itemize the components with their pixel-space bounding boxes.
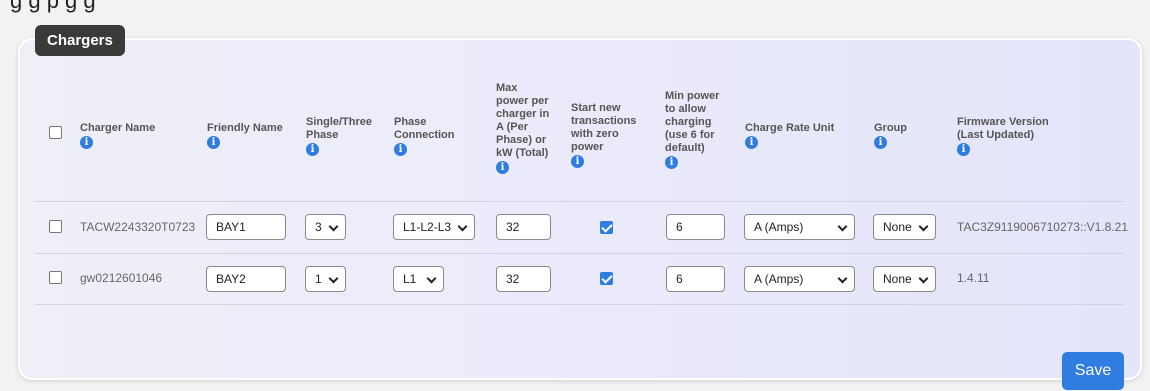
friendly-name-input[interactable]: BAY2 [206,266,286,292]
save-button[interactable]: Save [1062,352,1124,390]
group-select[interactable]: None [873,266,936,292]
zero-power-checkbox[interactable] [600,272,613,285]
connection-select[interactable]: L1-L2-L3 [393,214,475,240]
page-heading-fragment: g g p g g [10,0,96,13]
header-connection: Phase Connection i [394,116,455,156]
header-charger-name: Charger Name i [80,122,156,149]
firmware-version: TAC3Z9119006710273::V1.8.21 [957,220,1129,234]
header-firmware: Firmware Version (Last Updated) i [957,116,1049,156]
chevron-down-icon [328,221,339,232]
max-power-input[interactable]: 32 [496,214,551,240]
min-power-input[interactable]: 6 [666,266,725,292]
row-divider [35,253,1125,254]
chevron-down-icon [918,221,929,232]
header-zero-power: Start new transactions with zero power i [571,102,637,168]
charge-rate-unit-select[interactable]: A (Amps) [744,214,855,240]
zero-power-checkbox[interactable] [600,221,613,234]
row-divider [35,304,1125,305]
header-friendly-name: Friendly Name i [207,122,283,149]
row-select-checkbox[interactable] [49,271,62,284]
group-select[interactable]: None [873,214,936,240]
friendly-name-input[interactable]: BAY1 [206,214,286,240]
firmware-version: 1.4.11 [957,271,990,285]
row-select-checkbox[interactable] [49,220,62,233]
info-icon[interactable]: i [207,136,220,149]
info-icon[interactable]: i [306,143,319,156]
phase-select[interactable]: 1 [305,266,346,292]
chevron-down-icon [328,273,339,284]
info-icon[interactable]: i [874,136,887,149]
info-icon[interactable]: i [571,155,584,168]
phase-select[interactable]: 3 [305,214,346,240]
header-phase: Single/Three Phase i [306,116,373,156]
chevron-down-icon [837,273,848,284]
info-icon[interactable]: i [745,136,758,149]
header-charge-rate-unit: Charge Rate Unit i [745,122,835,149]
header-group: Group i [874,122,907,149]
chevron-down-icon [426,273,437,284]
charger-name: gw0212601046 [80,271,163,285]
info-icon[interactable]: i [496,161,509,174]
chevron-down-icon [457,221,468,232]
connection-select[interactable]: L1 [393,266,444,292]
header-max-power: Max power per charger in A (Per Phase) o… [496,82,550,174]
select-all-checkbox[interactable] [49,126,62,139]
charge-rate-unit-select[interactable]: A (Amps) [744,266,855,292]
info-icon[interactable]: i [394,143,407,156]
max-power-input[interactable]: 32 [496,266,551,292]
header-divider [35,201,1125,202]
info-icon[interactable]: i [957,143,970,156]
info-icon[interactable]: i [665,156,678,169]
chevron-down-icon [837,221,848,232]
min-power-input[interactable]: 6 [666,214,725,240]
charger-name: TACW2243320T0723 [80,220,196,234]
chevron-down-icon [918,273,929,284]
chargers-panel [18,38,1142,380]
info-icon[interactable]: i [80,136,93,149]
header-min-power: Min power to allow charging (use 6 for d… [665,90,720,169]
panel-title: Chargers [35,25,125,56]
